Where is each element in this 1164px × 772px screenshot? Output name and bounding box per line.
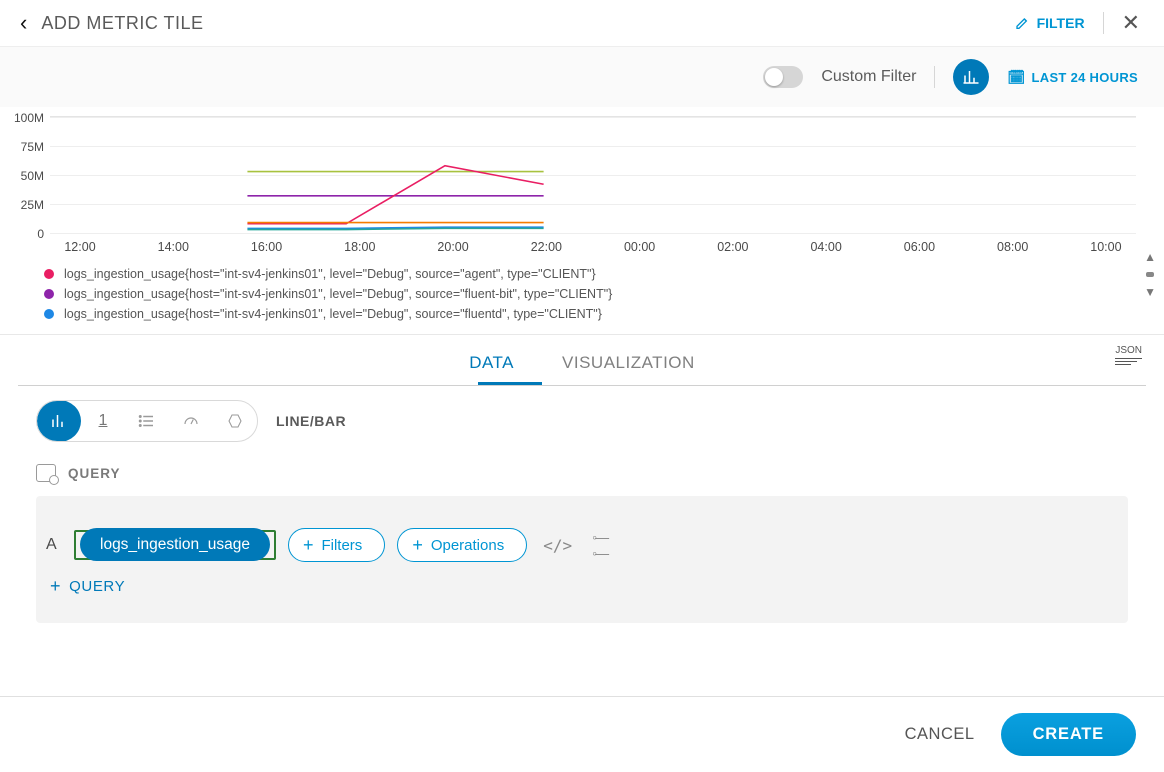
chart-panel: 100M 75M 50M 25M 0 12:00 14:00 16:00 18:00 2…	[0, 108, 1164, 335]
x-tick: 02:00	[703, 240, 763, 254]
options-bar: Custom Filter 🗓 LAST 24 HOURS	[0, 47, 1164, 108]
custom-filter-toggle[interactable]	[763, 66, 803, 88]
divider	[934, 66, 935, 88]
legend-label: logs_ingestion_usage{host="int-sv4-jenki…	[64, 307, 602, 321]
add-query-button[interactable]: + QUERY	[50, 576, 1104, 597]
chart-type-gauge[interactable]	[169, 400, 213, 442]
x-tick: 12:00	[50, 240, 110, 254]
scroll-down-icon[interactable]: ▼	[1144, 285, 1156, 299]
filter-label: FILTER	[1037, 15, 1085, 31]
page-header: ‹ ADD METRIC TILE FILTER ✕	[0, 0, 1164, 47]
x-tick: 16:00	[237, 240, 297, 254]
json-mode-button[interactable]: JSON	[1115, 345, 1142, 365]
chart-view-button[interactable]	[953, 59, 989, 95]
x-tick: 22:00	[516, 240, 576, 254]
add-operations-button[interactable]: + Operations	[397, 528, 527, 562]
chart-type-label: LINE/BAR	[276, 413, 346, 429]
close-button[interactable]: ✕	[1122, 12, 1140, 34]
query-title-row: QUERY	[36, 464, 1128, 482]
bar-chart-icon	[50, 412, 68, 430]
legend-label: logs_ingestion_usage{host="int-sv4-jenki…	[64, 287, 612, 301]
x-axis: 12:00 14:00 16:00 18:00 20:00 22:00 00:00 02:00…	[50, 234, 1136, 254]
list-icon	[138, 412, 156, 430]
y-tick: 100M	[8, 111, 44, 125]
chart-type-hex[interactable]	[213, 400, 257, 442]
back-button[interactable]: ‹	[20, 12, 27, 34]
metric-chip[interactable]: logs_ingestion_usage	[80, 528, 270, 561]
tab-underline	[478, 382, 542, 385]
add-filters-button[interactable]: + Filters	[288, 528, 385, 562]
x-tick: 00:00	[610, 240, 670, 254]
plus-icon: +	[303, 536, 314, 554]
x-tick: 20:00	[423, 240, 483, 254]
divider	[1103, 12, 1104, 34]
query-row: A logs_ingestion_usage + Filters + Opera…	[46, 528, 1104, 562]
tabs-divider	[18, 385, 1146, 386]
scroll-up-icon[interactable]: ▲	[1144, 250, 1156, 264]
x-tick: 18:00	[330, 240, 390, 254]
time-range-label: LAST 24 HOURS	[1032, 70, 1138, 85]
query-title: QUERY	[68, 466, 121, 481]
options-button[interactable]: ◦—◦—	[588, 529, 611, 561]
chart-type-line-bar[interactable]	[37, 400, 81, 442]
edit-filter-icon	[1015, 15, 1031, 31]
chart-legend: logs_ingestion_usage{host="int-sv4-jenki…	[44, 264, 1136, 324]
x-tick: 14:00	[143, 240, 203, 254]
cancel-button[interactable]: CANCEL	[905, 725, 975, 744]
legend-scroll-hints: ▲ ▼	[1144, 250, 1156, 299]
x-tick: 06:00	[889, 240, 949, 254]
scroll-thumb-icon[interactable]	[1146, 272, 1154, 277]
x-tick: 08:00	[983, 240, 1043, 254]
filter-button[interactable]: FILTER	[1015, 15, 1085, 31]
legend-color-dot	[44, 309, 54, 319]
x-tick: 10:00	[1076, 240, 1136, 254]
chart-type-pills: 1	[36, 400, 258, 442]
editor-tabs: DATA VISUALIZATION JSON	[18, 335, 1146, 385]
filters-label: Filters	[321, 537, 362, 554]
create-button[interactable]: CREATE	[1001, 713, 1136, 756]
add-query-label: QUERY	[69, 578, 125, 595]
json-label: JSON	[1115, 345, 1142, 356]
query-letter: A	[46, 536, 60, 554]
plus-icon: +	[412, 536, 423, 554]
legend-item[interactable]: logs_ingestion_usage{host="int-sv4-jenki…	[44, 264, 1136, 284]
x-tick: 04:00	[796, 240, 856, 254]
legend-label: logs_ingestion_usage{host="int-sv4-jenki…	[64, 267, 596, 281]
legend-item[interactable]: logs_ingestion_usage{host="int-sv4-jenki…	[44, 304, 1136, 324]
operations-label: Operations	[431, 537, 504, 554]
time-range-button[interactable]: 🗓 LAST 24 HOURS	[1007, 69, 1138, 86]
chart-type-list[interactable]	[125, 400, 169, 442]
tab-data[interactable]: DATA	[445, 339, 538, 385]
legend-item[interactable]: logs_ingestion_usage{host="int-sv4-jenki…	[44, 284, 1136, 304]
query-box: A logs_ingestion_usage + Filters + Opera…	[36, 496, 1128, 623]
page-title: ADD METRIC TILE	[41, 13, 203, 34]
legend-color-dot	[44, 269, 54, 279]
footer: CANCEL CREATE	[0, 696, 1164, 772]
y-tick: 50M	[8, 169, 44, 183]
code-view-button[interactable]: </>	[539, 536, 576, 555]
y-tick: 0	[8, 227, 44, 241]
tab-visualization[interactable]: VISUALIZATION	[538, 339, 719, 385]
query-search-icon	[36, 464, 56, 482]
y-tick: 75M	[8, 140, 44, 154]
number-one-icon: 1	[99, 412, 108, 430]
chart-type-row: 1 LINE/BAR	[36, 400, 1128, 442]
plus-icon: +	[50, 576, 61, 597]
chart-lines	[50, 117, 1136, 233]
legend-color-dot	[44, 289, 54, 299]
metric-highlight: logs_ingestion_usage	[74, 530, 276, 560]
y-tick: 25M	[8, 198, 44, 212]
chart-plot-area: 100M 75M 50M 25M 0	[50, 116, 1136, 234]
hex-icon	[226, 412, 244, 430]
custom-filter-label: Custom Filter	[821, 68, 916, 86]
chart-type-single[interactable]: 1	[81, 400, 125, 442]
bar-chart-icon	[962, 68, 980, 86]
calendar-clock-icon: 🗓	[1007, 69, 1025, 86]
gauge-icon	[182, 412, 200, 430]
